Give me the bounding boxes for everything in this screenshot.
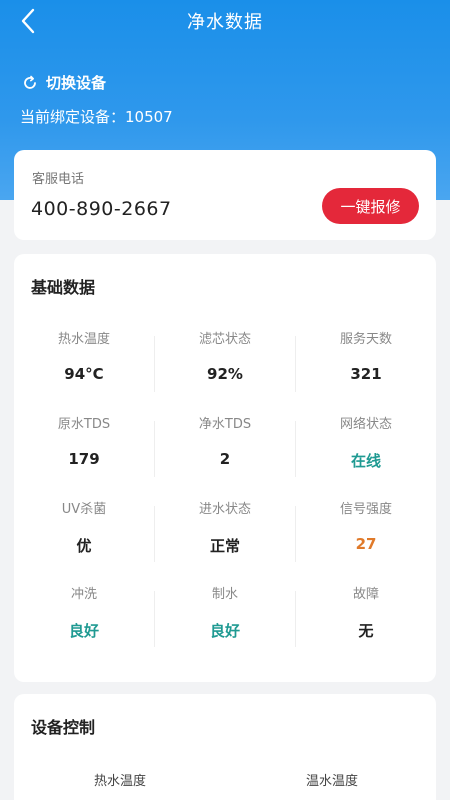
data-cell-name: 故障 [352,587,379,602]
data-cell-name: 滤芯状态 [198,332,251,347]
device-control-card: 设备控制 热水温度 温水温度 [14,694,436,800]
data-cell-name: 热水温度 [57,332,110,347]
data-cell: 服务天数 321 [296,318,436,403]
data-cell-name: 制水 [211,587,238,602]
data-cell-name: 进水状态 [198,502,251,517]
data-cell-value: 优 [76,537,92,555]
data-row: UV杀菌 优 进水状态 正常 信号强度 27 [14,488,436,573]
basic-data-title: 基础数据 [31,278,96,297]
data-cell-value: 27 [355,535,377,553]
data-cell-value: 179 [68,450,100,468]
bound-device-text: 当前绑定设备：10507 [20,108,173,126]
warm-water-temp-label: 温水温度 [305,774,358,789]
service-card: 客服电话 400-890-2667 一键报修 [14,150,436,240]
data-cell-value: 94°C [64,365,104,383]
data-cell-value: 2 [219,450,231,468]
data-cell-name: UV杀菌 [61,502,107,517]
switch-device-button[interactable]: 切换设备 [22,72,106,93]
data-row: 冲洗 良好 制水 良好 故障 无 [14,573,436,658]
data-row: 原水TDS 179 净水TDS 2 网络状态 在线 [14,403,436,488]
data-cell-value: 无 [358,622,374,640]
data-cell-value: 在线 [350,452,381,470]
repair-button[interactable]: 一键报修 [322,188,419,224]
data-cell: 进水状态 正常 [155,488,295,573]
hot-water-temp-label: 热水温度 [93,774,146,789]
data-cell: 信号强度 27 [296,488,436,573]
refresh-icon [24,75,36,89]
data-cell: 冲洗 良好 [14,573,154,658]
data-cell-name: 网络状态 [339,417,392,432]
data-cell: 原水TDS 179 [14,403,154,488]
service-phone-label: 客服电话 [32,172,85,187]
data-cell-name: 净水TDS [198,417,252,432]
page-title: 净水数据 [187,12,263,33]
data-cell-name: 服务天数 [339,332,392,347]
data-cell-value: 正常 [209,537,240,555]
data-cell-value: 321 [350,365,382,383]
data-cell-name: 冲洗 [70,587,97,602]
data-row: 热水温度 94°C 滤芯状态 92% 服务天数 321 [14,318,436,403]
chevron-left-icon [21,8,35,34]
data-cell-name: 原水TDS [57,417,111,432]
basic-data-grid: 热水温度 94°C 滤芯状态 92% 服务天数 321 原水TDS 179 净水… [14,318,436,658]
data-cell-name: 信号强度 [339,502,392,517]
data-cell: 故障 无 [296,573,436,658]
service-phone-number[interactable]: 400-890-2667 [31,198,172,220]
data-cell: UV杀菌 优 [14,488,154,573]
device-control-title: 设备控制 [31,718,96,737]
switch-device-label: 切换设备 [46,74,107,92]
back-button[interactable] [12,6,44,36]
data-cell: 网络状态 在线 [296,403,436,488]
data-cell-value: 92% [207,365,243,383]
data-cell: 制水 良好 [155,573,295,658]
data-cell-value: 良好 [209,622,240,640]
data-cell: 净水TDS 2 [155,403,295,488]
top-bar: 净水数据 [0,0,450,42]
data-cell: 热水温度 94°C [14,318,154,403]
data-cell: 滤芯状态 92% [155,318,295,403]
data-cell-value: 良好 [68,622,99,640]
basic-data-card: 基础数据 热水温度 94°C 滤芯状态 92% 服务天数 321 原水TDS 1… [14,254,436,682]
